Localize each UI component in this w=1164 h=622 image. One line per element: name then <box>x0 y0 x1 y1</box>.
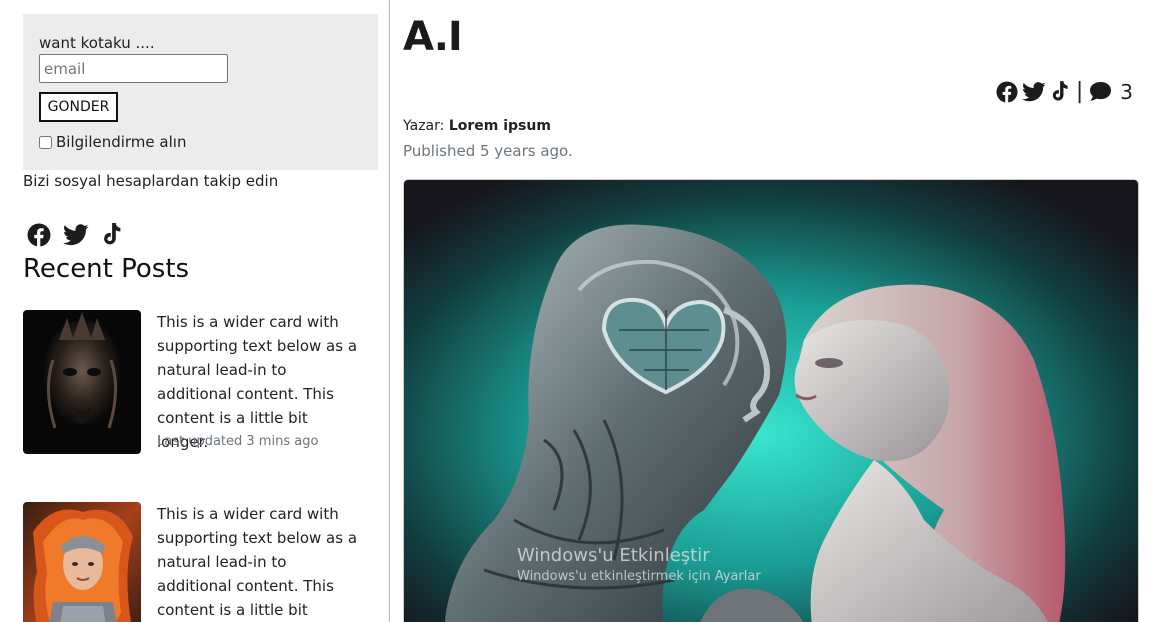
share-separator: | <box>1075 79 1084 104</box>
author-name[interactable]: Lorem ipsum <box>449 118 551 134</box>
activation-watermark: Windows'u Etkinleştir Windows'u etkinleş… <box>517 545 761 587</box>
subscribe-title: want kotaku .... <box>39 34 155 52</box>
watermark-subtitle: Windows'u etkinleştirmek için Ayarlar'a … <box>517 569 761 584</box>
facebook-icon[interactable] <box>996 80 1018 103</box>
subscribe-box: want kotaku .... GONDER Bilgilendirme al… <box>23 14 378 170</box>
page: want kotaku .... GONDER Bilgilendirme al… <box>0 0 1164 622</box>
watermark-title: Windows'u Etkinleştir <box>517 545 710 566</box>
tiktok-icon[interactable] <box>101 223 123 247</box>
author-label: Yazar: <box>403 118 449 134</box>
follow-text: Bizi sosyal hesaplardan takip edin <box>23 172 279 190</box>
post-excerpt: This is a wider card with supporting tex… <box>157 505 358 619</box>
published-date: Published 5 years ago. <box>403 142 573 160</box>
post-excerpt: This is a wider card with supporting tex… <box>157 313 358 451</box>
tiktok-icon[interactable] <box>1050 80 1070 103</box>
recent-post-card[interactable]: This is a wider card with supporting tex… <box>23 502 368 622</box>
author-line: Yazar: Lorem ipsum <box>403 118 551 134</box>
notify-row[interactable]: Bilgilendirme alın <box>39 133 186 151</box>
article-title: A.I <box>403 14 463 60</box>
comment-count: 3 <box>1120 79 1133 104</box>
notify-checkbox[interactable] <box>39 135 52 149</box>
share-bar: | 3 <box>996 79 1133 104</box>
email-field[interactable] <box>39 54 228 83</box>
facebook-icon[interactable] <box>27 223 51 247</box>
article: A.I | 3 Yazar: Lorem ipsum Published 5 y… <box>403 0 1164 622</box>
send-button[interactable]: GONDER <box>39 92 118 122</box>
twitter-icon[interactable] <box>1021 81 1046 102</box>
post-thumbnail[interactable] <box>23 310 141 454</box>
twitter-icon[interactable] <box>63 224 89 246</box>
sidebar-social-links <box>27 223 123 247</box>
post-thumbnail[interactable] <box>23 502 141 622</box>
sidebar: want kotaku .... GONDER Bilgilendirme al… <box>0 0 390 622</box>
post-updated: Last updated 3 mins ago <box>157 434 319 449</box>
comment-icon[interactable] <box>1089 81 1112 102</box>
notify-label: Bilgilendirme alın <box>56 133 187 151</box>
recent-post-card[interactable]: This is a wider card with supporting tex… <box>23 310 368 470</box>
recent-posts-title: Recent Posts <box>23 254 190 284</box>
article-hero-image <box>403 179 1139 622</box>
